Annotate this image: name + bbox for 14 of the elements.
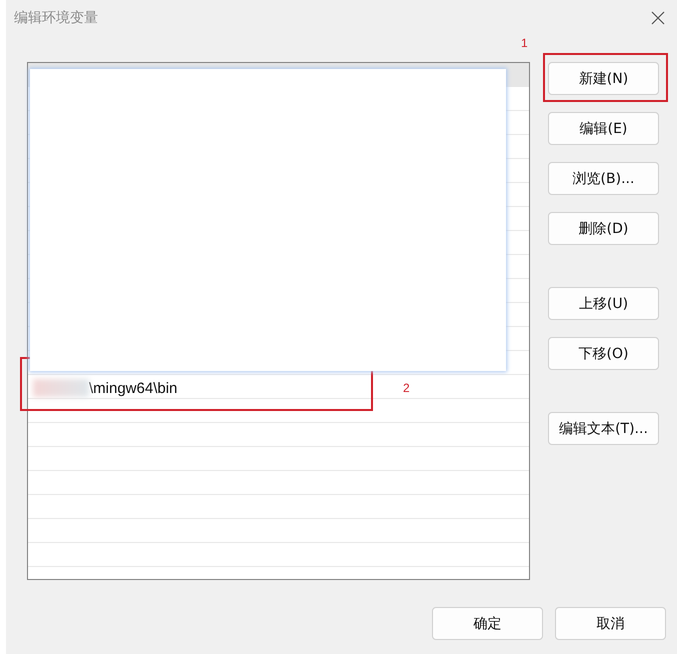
dialog-button[interactable]: 下移(O) — [548, 337, 659, 370]
dialog-button[interactable]: 确定 — [432, 607, 543, 640]
dialog-button[interactable]: 浏览(B)... — [548, 162, 659, 195]
annotation-number: 2 — [403, 381, 410, 395]
dialog-button[interactable]: 编辑(E) — [548, 112, 659, 145]
dialog-button[interactable]: 取消 — [555, 607, 666, 640]
dialog-button[interactable]: 删除(D) — [548, 212, 659, 245]
dialog-button[interactable]: 上移(U) — [548, 287, 659, 320]
list-item[interactable]: \mingw64\bin — [89, 380, 178, 396]
dialog-button[interactable]: 新建(N) — [548, 62, 659, 95]
close-icon[interactable] — [651, 11, 665, 25]
annotation-number: 1 — [521, 36, 528, 50]
window-title: 编辑环境变量 — [14, 9, 98, 27]
dialog-button[interactable]: 编辑文本(T)... — [548, 412, 659, 445]
